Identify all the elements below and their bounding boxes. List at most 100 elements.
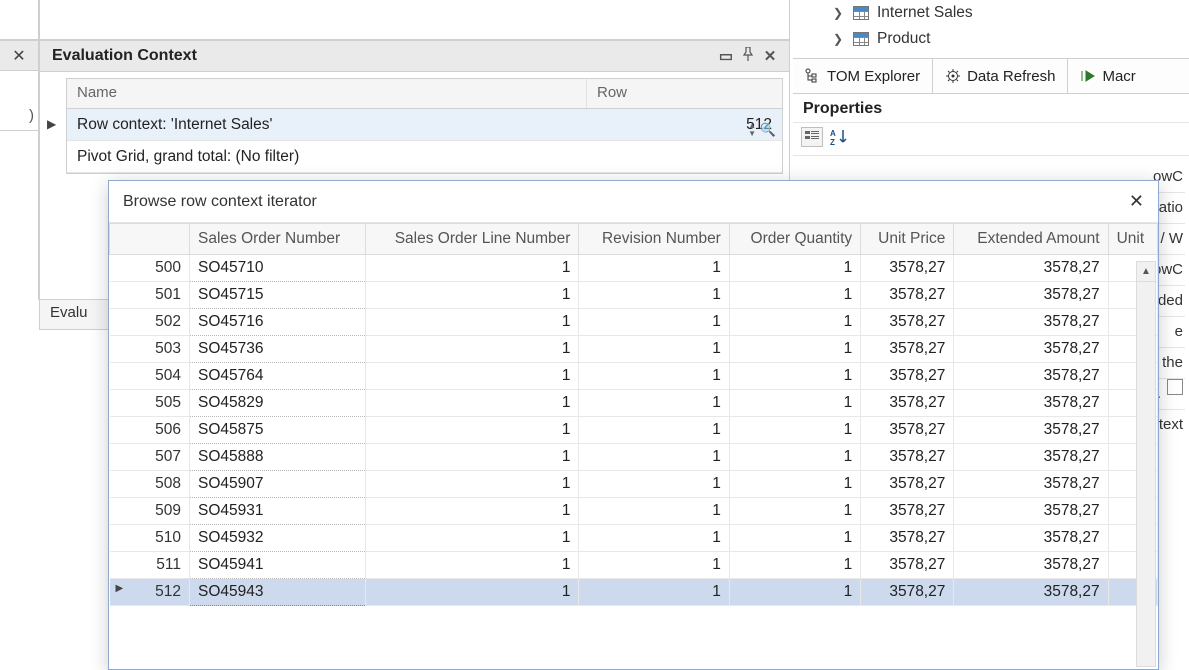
table-row[interactable]: 510SO459321113578,273578,27 [110,525,1158,552]
cell-quantity: 1 [729,444,860,471]
cell-revision: 1 [579,471,729,498]
table-row[interactable]: 505SO458291113578,273578,27 [110,390,1158,417]
cell-revision: 1 [579,579,729,606]
grid-header: Name Row [67,79,782,109]
row-number: 501 [110,282,190,309]
svg-text:Z: Z [830,138,835,146]
cell-extended: 3578,27 [954,471,1108,498]
tom-explorer-button[interactable]: TOM Explorer [793,59,933,93]
expand-icon[interactable]: ▶ [47,117,56,131]
column-header[interactable]: Order Quantity [729,224,860,255]
column-header[interactable]: Unit [1108,224,1157,255]
table-row[interactable]: 501SO457151113578,273578,27 [110,282,1158,309]
column-header[interactable]: Extended Amount [954,224,1108,255]
cell-quantity: 1 [729,525,860,552]
tree-icon [805,68,821,84]
table-row[interactable]: 512SO459431113578,273578,27 [110,579,1158,606]
vertical-scrollbar[interactable]: ▲ [1136,261,1156,667]
tab-evaluation[interactable]: Evalu [40,300,98,329]
maximize-icon[interactable]: ▭ [715,47,737,65]
model-tree: ❯ Internet Sales ❯ Product [793,0,1189,58]
cell-unit-price: 3578,27 [861,282,954,309]
cell-sales-order: SO45932 [190,525,366,552]
cell-line-number: 1 [366,282,579,309]
cell-revision: 1 [579,363,729,390]
pin-icon[interactable] [737,47,759,65]
properties-toolbar: AZ [793,123,1189,156]
data-refresh-button[interactable]: Data Refresh [933,59,1068,93]
evaluation-context-grid: Name Row ▶Row context: 'Internet Sales'5… [66,78,783,174]
browse-iterator-modal: Browse row context iterator ✕ Sales Orde… [108,180,1159,670]
cell-revision: 1 [579,390,729,417]
column-header[interactable]: Unit Price [861,224,954,255]
column-header-name[interactable]: Name [67,79,587,108]
cell-sales-order: SO45888 [190,444,366,471]
checkbox[interactable] [1167,379,1183,395]
macro-button[interactable]: Macr [1068,59,1147,93]
table-row[interactable]: 503SO457361113578,273578,27 [110,336,1158,363]
cell-extended: 3578,27 [954,336,1108,363]
cell-unit-price: 3578,27 [861,498,954,525]
cell-sales-order: SO45715 [190,282,366,309]
cell-unit-price: 3578,27 [861,336,954,363]
eval-row-value[interactable]: 512▲▼🔍 [587,116,782,134]
cell-sales-order: SO45716 [190,309,366,336]
svg-text:A: A [830,129,836,138]
properties-title: Properties [803,100,882,117]
left-stub-text: ) [0,71,38,131]
chevron-right-icon[interactable]: ❯ [833,26,845,52]
scroll-up-icon[interactable]: ▲ [1137,262,1155,282]
column-header[interactable]: Sales Order Number [190,224,366,255]
cell-line-number: 1 [366,255,579,282]
close-icon[interactable]: ✕ [12,46,25,66]
row-number: 503 [110,336,190,363]
cell-quantity: 1 [729,282,860,309]
top-blank-area [39,0,790,40]
cell-quantity: 1 [729,579,860,606]
gear-icon [945,68,961,84]
cell-sales-order: SO45943 [190,579,366,606]
table-row[interactable]: 511SO459411113578,273578,27 [110,552,1158,579]
evaluation-context-header: Evaluation Context ▭ ✕ [40,41,789,72]
table-row[interactable]: 504SO457641113578,273578,27 [110,363,1158,390]
modal-header: Browse row context iterator ✕ [109,181,1158,223]
cell-revision: 1 [579,444,729,471]
row-number: 502 [110,309,190,336]
categorized-icon[interactable] [801,127,823,147]
cell-line-number: 1 [366,498,579,525]
tree-item-internet-sales[interactable]: ❯ Internet Sales [833,0,1189,26]
close-icon[interactable]: ✕ [1129,191,1144,212]
tree-item-product[interactable]: ❯ Product [833,26,1189,52]
column-header[interactable]: Sales Order Line Number [366,224,579,255]
cell-sales-order: SO45941 [190,552,366,579]
row-number: 507 [110,444,190,471]
eval-context-row[interactable]: Pivot Grid, grand total: (No filter) [67,141,782,173]
table-row[interactable]: 500SO457101113578,273578,27 [110,255,1158,282]
close-icon[interactable]: ✕ [759,47,781,65]
cell-quantity: 1 [729,471,860,498]
modal-title: Browse row context iterator [123,193,317,211]
table-row[interactable]: 502SO457161113578,273578,27 [110,309,1158,336]
table-row[interactable]: 509SO459311113578,273578,27 [110,498,1158,525]
sort-az-icon[interactable]: AZ [829,127,851,147]
table-row[interactable]: 508SO459071113578,273578,27 [110,471,1158,498]
cell-extended: 3578,27 [954,309,1108,336]
chevron-right-icon[interactable]: ❯ [833,0,845,26]
evaluation-context-title: Evaluation Context [52,47,197,65]
column-header[interactable] [110,224,190,255]
column-header[interactable]: Revision Number [579,224,729,255]
cell-extended: 3578,27 [954,525,1108,552]
eval-context-row[interactable]: ▶Row context: 'Internet Sales'512▲▼🔍 [67,109,782,141]
cell-sales-order: SO45875 [190,417,366,444]
cell-sales-order: SO45736 [190,336,366,363]
table-row[interactable]: 506SO458751113578,273578,27 [110,417,1158,444]
search-icon[interactable]: 🔍 [760,122,776,138]
cell-unit-price: 3578,27 [861,552,954,579]
column-header-row[interactable]: Row [587,79,782,108]
table-row[interactable]: 507SO458881113578,273578,27 [110,444,1158,471]
cell-line-number: 1 [366,525,579,552]
eval-row-name: Row context: 'Internet Sales' [67,116,587,134]
cell-extended: 3578,27 [954,282,1108,309]
cell-extended: 3578,27 [954,363,1108,390]
spinner-icon[interactable]: ▲▼ [744,122,756,138]
